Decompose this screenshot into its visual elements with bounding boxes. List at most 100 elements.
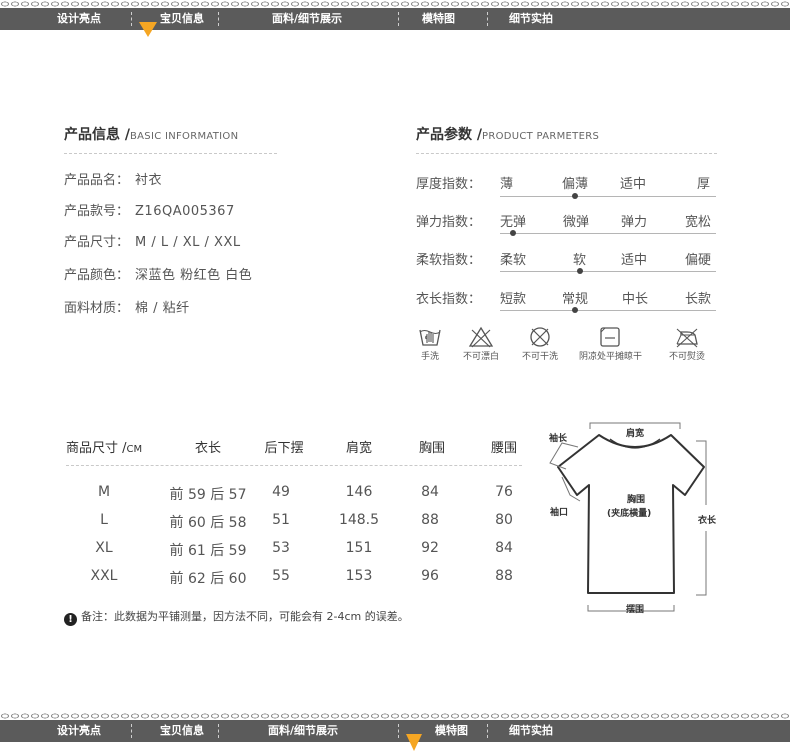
care-no-bleach: 不可漂白 xyxy=(451,326,511,362)
table-cell: 55 xyxy=(272,568,290,584)
table-cell: 前 60 后 58 xyxy=(169,515,247,531)
param-indicator-dot xyxy=(572,307,578,313)
param-scale-line xyxy=(500,310,716,311)
param-option: 微弹 xyxy=(563,215,590,230)
top-nav-item-design[interactable]: 设计亮点 xyxy=(57,8,101,30)
nav-divider xyxy=(131,724,132,738)
bottom-nav-item-fabric[interactable]: 面料/细节展示 xyxy=(268,720,338,742)
table-cell: 151 xyxy=(345,540,373,556)
nav-divider xyxy=(131,12,132,26)
param-option: 适中 xyxy=(620,177,647,192)
bottom-nav-item-design[interactable]: 设计亮点 xyxy=(57,720,101,742)
chain-border xyxy=(0,712,790,720)
table-cell: 49 xyxy=(272,484,290,500)
care-no-dry-clean: 不可干洗 xyxy=(510,326,570,362)
table-cell: 153 xyxy=(345,568,373,584)
param-option: 薄 xyxy=(500,177,514,192)
diagram-label-chest-note: (夹底横量) xyxy=(607,507,651,519)
diagram-label-chest: 胸围 xyxy=(627,493,645,505)
param-option: 偏硬 xyxy=(685,253,712,268)
divider xyxy=(66,465,522,466)
info-row-name: 产品品名： 衬衣 xyxy=(64,173,163,188)
top-nav-bar: 设计亮点 宝贝信息 面料/细节展示 模特图 细节实拍 xyxy=(0,8,790,30)
size-table-header-size: 商品尺寸 /CM xyxy=(66,441,143,456)
table-cell-size: M xyxy=(97,484,111,500)
no-tumble-dry-icon xyxy=(530,327,550,347)
size-table-header: 后下摆 xyxy=(264,441,304,456)
size-table-header: 腰围 xyxy=(490,441,517,456)
table-cell: 88 xyxy=(421,512,439,528)
table-cell: 前 59 后 57 xyxy=(169,487,247,503)
param-label-elasticity: 弹力指数： xyxy=(416,215,482,230)
diagram-label-length: 衣长 xyxy=(698,514,717,526)
info-row-material: 面料材质：棉 / 粘纤 xyxy=(64,301,190,316)
param-option: 中长 xyxy=(622,292,649,307)
param-option: 适中 xyxy=(621,253,648,268)
param-option: 柔软 xyxy=(500,253,527,268)
nav-divider xyxy=(398,724,399,738)
table-cell: 92 xyxy=(421,540,439,556)
table-cell: 96 xyxy=(421,568,439,584)
hand-wash-icon xyxy=(419,329,441,346)
nav-divider xyxy=(487,12,488,26)
top-nav-item-model[interactable]: 模特图 xyxy=(422,8,455,30)
size-table-header: 肩宽 xyxy=(345,441,372,456)
top-nav: 设计亮点 宝贝信息 面料/细节展示 模特图 细节实拍 xyxy=(0,0,790,30)
diagram-label-cuff: 袖口 xyxy=(549,506,568,518)
table-cell: 51 xyxy=(272,512,290,528)
param-indicator-dot xyxy=(572,193,578,199)
param-option: 长款 xyxy=(685,292,712,307)
param-scale-line xyxy=(500,233,716,234)
param-label-length: 衣长指数： xyxy=(416,292,482,307)
nav-divider xyxy=(398,12,399,26)
bottom-nav-bar: 设计亮点 宝贝信息 面料/细节展示 模特图 细节实拍 xyxy=(0,720,790,742)
nav-divider xyxy=(487,724,488,738)
param-scale-line xyxy=(500,271,716,272)
size-table-header: 胸围 xyxy=(418,441,445,456)
param-option: 宽松 xyxy=(685,215,712,230)
param-scale-line xyxy=(500,196,716,197)
table-cell: 前 62 后 60 xyxy=(169,571,247,587)
param-option: 无弹 xyxy=(500,215,527,230)
no-bleach-icon xyxy=(468,326,494,348)
param-option: 软 xyxy=(573,253,587,268)
measurement-note: ! 备注：此数据为平铺测量，因方法不同，可能会有 2-4cm 的误差。 xyxy=(64,608,409,626)
info-row-size: 产品尺寸： M / L / XL / XXL xyxy=(64,235,241,250)
table-cell: 84 xyxy=(495,540,513,556)
table-cell: 53 xyxy=(272,540,290,556)
table-cell-size: XXL xyxy=(90,568,118,584)
param-option: 偏薄 xyxy=(562,177,589,192)
info-row-color: 产品颜色： 深蓝色 粉红色 白色 xyxy=(64,268,253,283)
care-shade-flat-dry: 阴凉处平摊晾干 xyxy=(579,326,642,362)
table-cell: 76 xyxy=(495,484,513,500)
size-diagram: 肩宽 袖长 袖口 胸围 (夹底横量) 衣长 摆围 xyxy=(548,422,717,615)
care-no-iron: 不可熨烫 xyxy=(657,326,717,362)
param-option: 厚 xyxy=(697,177,711,192)
shade-flat-dry-icon xyxy=(600,327,620,347)
table-cell: 148.5 xyxy=(338,512,380,528)
divider xyxy=(416,153,717,154)
nav-divider xyxy=(218,12,219,26)
bottom-nav-item-info[interactable]: 宝贝信息 xyxy=(160,720,204,742)
param-option: 短款 xyxy=(500,292,527,307)
table-cell-size: L xyxy=(100,512,108,528)
bottom-nav-item-details[interactable]: 细节实拍 xyxy=(509,720,553,742)
table-cell: 146 xyxy=(345,484,373,500)
warning-icon: ! xyxy=(64,613,77,626)
param-label-softness: 柔软指数： xyxy=(416,253,482,268)
table-cell: 80 xyxy=(495,512,513,528)
param-indicator-dot xyxy=(510,230,516,236)
size-table-header: 衣长 xyxy=(194,441,221,456)
param-indicator-dot xyxy=(576,268,583,274)
info-row-sku: 产品款号： Z16QA005367 xyxy=(64,204,235,219)
param-label-thickness: 厚度指数： xyxy=(416,177,482,192)
table-cell: 88 xyxy=(495,568,513,584)
top-nav-item-info[interactable]: 宝贝信息 xyxy=(160,8,204,30)
top-nav-item-fabric[interactable]: 面料/细节展示 xyxy=(272,8,342,30)
bottom-nav-item-model[interactable]: 模特图 xyxy=(435,720,468,742)
table-cell: 84 xyxy=(421,484,439,500)
product-params-title: 产品参数 /PRODUCT PARMETERS xyxy=(416,127,600,143)
top-nav-item-details[interactable]: 细节实拍 xyxy=(509,8,553,30)
divider xyxy=(64,153,277,154)
no-iron-icon xyxy=(676,328,698,348)
